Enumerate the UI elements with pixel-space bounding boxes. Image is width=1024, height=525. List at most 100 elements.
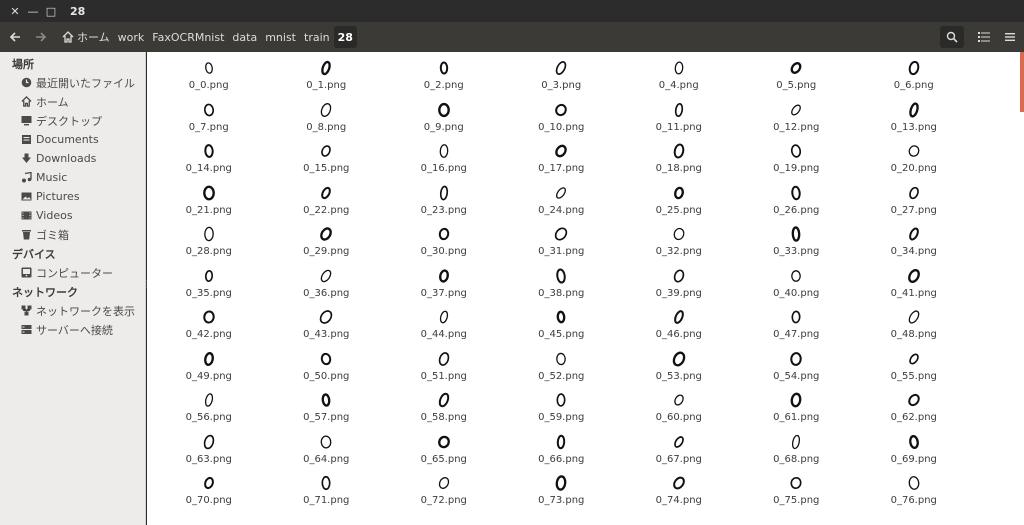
file-item[interactable]: 0_15.png bbox=[268, 139, 386, 181]
sidebar-item-connect-server[interactable]: サーバーへ接続 bbox=[0, 320, 145, 339]
file-item[interactable]: 0_39.png bbox=[620, 264, 738, 306]
file-item[interactable]: 0_60.png bbox=[620, 388, 738, 430]
file-item[interactable]: 0_48.png bbox=[855, 305, 973, 347]
breadcrumb-faxocrmnist[interactable]: FaxOCRMnist bbox=[148, 26, 228, 48]
sidebar-item-trash[interactable]: ゴミ箱 bbox=[0, 225, 145, 244]
file-item[interactable]: 0_75.png bbox=[738, 471, 856, 513]
file-item[interactable]: 0_62.png bbox=[855, 388, 973, 430]
file-item[interactable]: 0_72.png bbox=[385, 471, 503, 513]
file-item[interactable]: 0_43.png bbox=[268, 305, 386, 347]
minimize-icon[interactable]: — bbox=[24, 2, 42, 20]
file-item[interactable]: 0_5.png bbox=[738, 56, 856, 98]
file-item[interactable]: 0_12.png bbox=[738, 98, 856, 140]
file-item[interactable]: 0_16.png bbox=[385, 139, 503, 181]
sidebar-item-desktop[interactable]: デスクトップ bbox=[0, 111, 145, 130]
sidebar-item-home[interactable]: ホーム bbox=[0, 92, 145, 111]
back-button[interactable] bbox=[4, 26, 26, 48]
list-view-button[interactable] bbox=[972, 26, 996, 48]
file-item[interactable]: 0_4.png bbox=[620, 56, 738, 98]
file-item[interactable]: 0_13.png bbox=[855, 98, 973, 140]
file-item[interactable]: 0_25.png bbox=[620, 181, 738, 223]
file-item[interactable]: 0_33.png bbox=[738, 222, 856, 264]
file-item[interactable]: 0_55.png bbox=[855, 347, 973, 389]
sidebar-item-recent[interactable]: 最近開いたファイル bbox=[0, 73, 145, 92]
file-item[interactable]: 0_68.png bbox=[738, 430, 856, 472]
sidebar-item-documents[interactable]: Documents bbox=[0, 130, 145, 149]
file-item[interactable]: 0_64.png bbox=[268, 430, 386, 472]
file-item[interactable]: 0_49.png bbox=[150, 347, 268, 389]
file-item[interactable]: 0_22.png bbox=[268, 181, 386, 223]
file-item[interactable]: 0_10.png bbox=[503, 98, 621, 140]
file-item[interactable]: 0_1.png bbox=[268, 56, 386, 98]
sidebar-item-videos[interactable]: Videos bbox=[0, 206, 145, 225]
file-item[interactable]: 0_50.png bbox=[268, 347, 386, 389]
file-item[interactable]: 0_23.png bbox=[385, 181, 503, 223]
file-item[interactable]: 0_36.png bbox=[268, 264, 386, 306]
file-item[interactable]: 0_31.png bbox=[503, 222, 621, 264]
sidebar-item-computer[interactable]: コンピューター bbox=[0, 263, 145, 282]
file-item[interactable]: 0_53.png bbox=[620, 347, 738, 389]
file-item[interactable]: 0_17.png bbox=[503, 139, 621, 181]
file-item[interactable]: 0_66.png bbox=[503, 430, 621, 472]
sidebar-item-downloads[interactable]: Downloads bbox=[0, 149, 145, 168]
file-item[interactable]: 0_73.png bbox=[503, 471, 621, 513]
file-item[interactable]: 0_26.png bbox=[738, 181, 856, 223]
forward-button[interactable] bbox=[30, 26, 52, 48]
file-item[interactable]: 0_59.png bbox=[503, 388, 621, 430]
breadcrumb-28[interactable]: 28 bbox=[333, 26, 357, 48]
close-icon[interactable]: ✕ bbox=[6, 2, 24, 20]
file-item[interactable]: 0_45.png bbox=[503, 305, 621, 347]
file-item[interactable]: 0_34.png bbox=[855, 222, 973, 264]
file-item[interactable]: 0_28.png bbox=[150, 222, 268, 264]
file-item[interactable]: 0_35.png bbox=[150, 264, 268, 306]
breadcrumb-train[interactable]: train bbox=[300, 26, 334, 48]
file-item[interactable]: 0_42.png bbox=[150, 305, 268, 347]
search-button[interactable] bbox=[940, 26, 964, 48]
file-item[interactable]: 0_32.png bbox=[620, 222, 738, 264]
file-item[interactable]: 0_76.png bbox=[855, 471, 973, 513]
file-item[interactable]: 0_2.png bbox=[385, 56, 503, 98]
file-item[interactable]: 0_63.png bbox=[150, 430, 268, 472]
file-item[interactable]: 0_6.png bbox=[855, 56, 973, 98]
sidebar-item-browse-network[interactable]: ネットワークを表示 bbox=[0, 301, 145, 320]
file-item[interactable]: 0_27.png bbox=[855, 181, 973, 223]
file-item[interactable]: 0_40.png bbox=[738, 264, 856, 306]
file-item[interactable]: 0_47.png bbox=[738, 305, 856, 347]
file-item[interactable]: 0_7.png bbox=[150, 98, 268, 140]
breadcrumb-mnist[interactable]: mnist bbox=[261, 26, 300, 48]
file-item[interactable]: 0_24.png bbox=[503, 181, 621, 223]
file-item[interactable]: 0_54.png bbox=[738, 347, 856, 389]
file-item[interactable]: 0_41.png bbox=[855, 264, 973, 306]
file-item[interactable]: 0_20.png bbox=[855, 139, 973, 181]
file-item[interactable]: 0_3.png bbox=[503, 56, 621, 98]
file-item[interactable]: 0_57.png bbox=[268, 388, 386, 430]
file-item[interactable]: 0_9.png bbox=[385, 98, 503, 140]
file-item[interactable]: 0_67.png bbox=[620, 430, 738, 472]
file-item[interactable]: 0_44.png bbox=[385, 305, 503, 347]
file-item[interactable]: 0_11.png bbox=[620, 98, 738, 140]
file-item[interactable]: 0_29.png bbox=[268, 222, 386, 264]
breadcrumb-data[interactable]: data bbox=[228, 26, 261, 48]
file-item[interactable]: 0_46.png bbox=[620, 305, 738, 347]
maximize-icon[interactable]: □ bbox=[42, 2, 60, 20]
file-item[interactable]: 0_56.png bbox=[150, 388, 268, 430]
file-item[interactable]: 0_58.png bbox=[385, 388, 503, 430]
file-item[interactable]: 0_0.png bbox=[150, 56, 268, 98]
file-item[interactable]: 0_8.png bbox=[268, 98, 386, 140]
file-item[interactable]: 0_69.png bbox=[855, 430, 973, 472]
file-item[interactable]: 0_38.png bbox=[503, 264, 621, 306]
file-item[interactable]: 0_14.png bbox=[150, 139, 268, 181]
file-item[interactable]: 0_70.png bbox=[150, 471, 268, 513]
file-item[interactable]: 0_37.png bbox=[385, 264, 503, 306]
scrollbar-thumb[interactable] bbox=[1020, 52, 1024, 112]
file-item[interactable]: 0_30.png bbox=[385, 222, 503, 264]
sidebar-item-pictures[interactable]: Pictures bbox=[0, 187, 145, 206]
file-item[interactable]: 0_19.png bbox=[738, 139, 856, 181]
file-view[interactable]: 0_0.png 0_1.png 0_2.png 0_3.png 0_4.png 0_5.p… bbox=[147, 52, 1020, 525]
scrollbar[interactable] bbox=[1020, 52, 1024, 525]
file-item[interactable]: 0_52.png bbox=[503, 347, 621, 389]
file-item[interactable]: 0_65.png bbox=[385, 430, 503, 472]
file-item[interactable]: 0_21.png bbox=[150, 181, 268, 223]
breadcrumb-work[interactable]: work bbox=[114, 26, 149, 48]
file-item[interactable]: 0_61.png bbox=[738, 388, 856, 430]
